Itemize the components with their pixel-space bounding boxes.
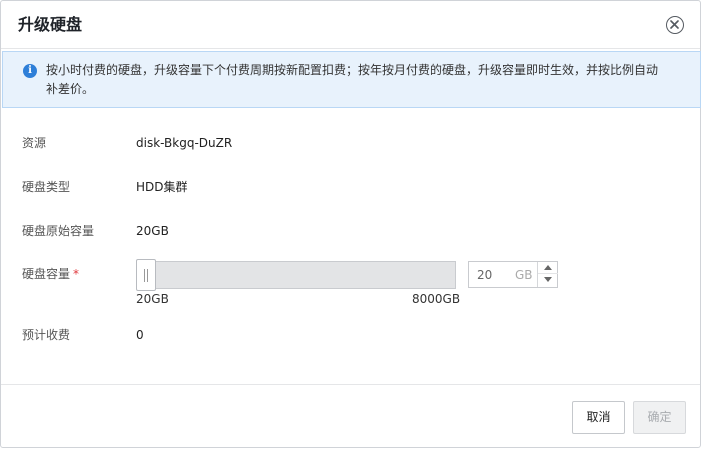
disk-type-value: HDD集群 <box>136 180 188 194</box>
caret-down-icon[interactable] <box>538 274 558 286</box>
resource-label: 资源 <box>22 136 47 150</box>
capacity-slider-handle[interactable] <box>136 259 156 291</box>
capacity-label-text: 硬盘容量 <box>22 267 71 281</box>
dialog-header: 升级硬盘 <box>1 1 700 49</box>
cancel-button[interactable]: 取消 <box>572 401 625 434</box>
resource-value: disk-Bkgq-DuZR <box>136 136 233 150</box>
required-mark: * <box>73 267 80 281</box>
original-capacity-label: 硬盘原始容量 <box>22 224 95 238</box>
dialog-title: 升级硬盘 <box>18 15 83 34</box>
slider-max-label: 8000GB <box>412 292 461 306</box>
caret-up-icon[interactable] <box>538 262 558 274</box>
capacity-stepper <box>537 262 558 287</box>
disk-type-label: 硬盘类型 <box>22 180 71 194</box>
confirm-button[interactable]: 确定 <box>633 401 686 434</box>
capacity-input-box: GB <box>468 261 558 288</box>
slider-grip-line <box>147 269 148 282</box>
info-icon: i <box>23 64 37 78</box>
slider-min-label: 20GB <box>136 292 169 306</box>
notice-banner: i 按小时付费的硬盘，升级容量下个付费周期按新配置扣费；按年按月付费的硬盘，升级… <box>2 51 701 108</box>
upgrade-disk-dialog: 升级硬盘 i 按小时付费的硬盘，升级容量下个付费周期按新配置扣费；按年按月付费的… <box>0 0 701 448</box>
capacity-unit: GB <box>515 268 533 282</box>
slider-grip-line <box>144 269 145 282</box>
estimated-fee-value: 0 <box>136 328 144 342</box>
capacity-slider-track[interactable] <box>136 261 456 289</box>
capacity-label: 硬盘容量 * <box>22 266 79 282</box>
close-icon[interactable] <box>666 16 684 34</box>
notice-text: 按小时付费的硬盘，升级容量下个付费周期按新配置扣费；按年按月付费的硬盘，升级容量… <box>46 63 659 96</box>
estimated-fee-label: 预计收费 <box>22 328 71 342</box>
original-capacity-value: 20GB <box>136 224 169 238</box>
